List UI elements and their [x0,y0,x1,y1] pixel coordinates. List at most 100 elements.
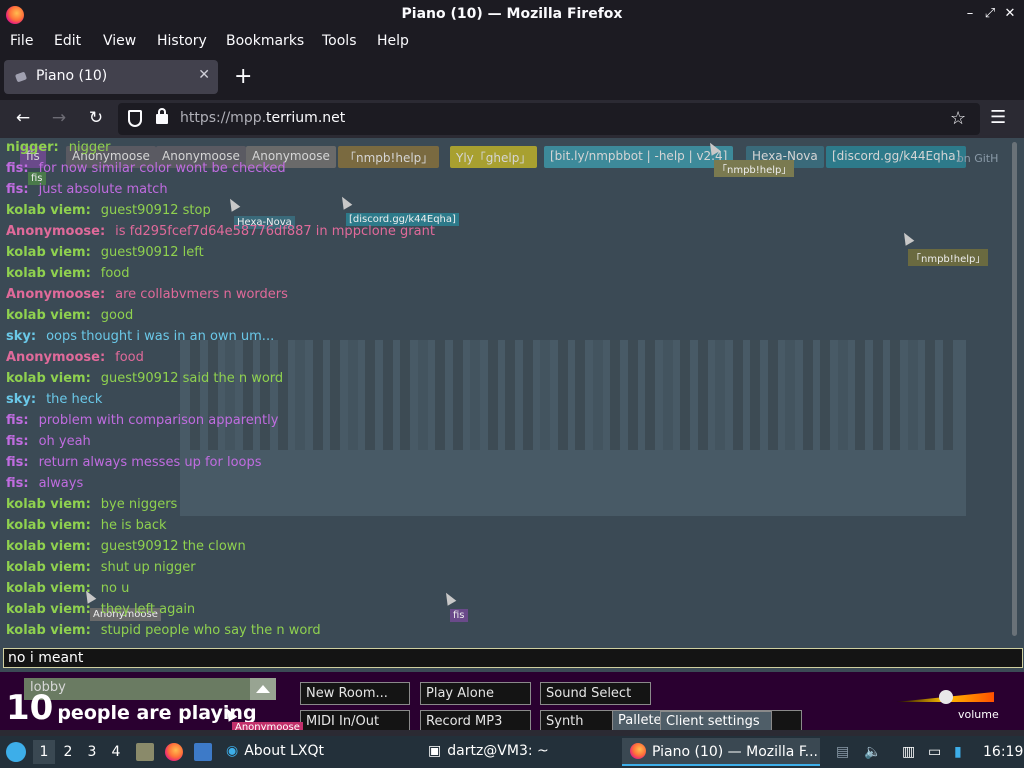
workspace-2[interactable]: 2 [57,740,79,764]
chat-nick[interactable]: kolab viem: [6,623,91,638]
piano-key[interactable] [890,340,900,450]
piano-key[interactable] [207,340,218,450]
url-bar[interactable]: https://mpp.terrium.net ☆ [118,103,980,135]
chat-nick[interactable]: kolab viem: [6,371,91,386]
piano-key[interactable] [190,340,200,450]
file-manager-icon[interactable] [136,743,154,761]
client-settings-button[interactable]: Client settings [660,711,772,730]
chat-nick[interactable]: kolab viem: [6,518,91,533]
menu-view[interactable]: View [103,33,136,49]
tab-piano[interactable]: Piano (10) ✕ [4,60,218,94]
chat-nick[interactable]: sky: [6,329,36,344]
start-menu-icon[interactable] [6,742,26,762]
piano-key[interactable] [225,340,235,450]
piano-key[interactable] [907,340,918,450]
chat-nick[interactable]: fis: [6,476,29,491]
chat-nick[interactable]: fis: [6,413,29,428]
piano-key[interactable] [260,340,270,450]
bookmark-star-icon[interactable]: ☆ [950,108,966,129]
piano-key[interactable] [330,340,340,450]
menu-help[interactable]: Help [377,33,409,49]
piano-key[interactable] [505,340,515,450]
chat-nick[interactable]: kolab viem: [6,581,91,596]
volume-icon[interactable]: 🔈 [864,744,881,760]
piano-key[interactable] [732,340,743,450]
minimize-icon[interactable]: – [962,6,978,21]
play-alone-button[interactable]: Play Alone [420,682,531,705]
piano-key[interactable] [855,340,865,450]
piano-key[interactable] [277,340,288,450]
menu-history[interactable]: History [157,33,207,49]
piano-key[interactable] [802,340,813,450]
piano-key[interactable] [452,340,463,450]
piano-key[interactable] [872,340,883,450]
chat-scrollbar[interactable] [1012,142,1017,636]
piano-key[interactable] [435,340,445,450]
piano-key[interactable] [715,340,725,450]
chat-nick[interactable]: fis: [6,161,29,176]
user-tag[interactable]: 「nmpb!help」 [338,146,440,168]
notification-icon[interactable]: ▤ [836,744,849,760]
piano-key[interactable] [365,340,375,450]
piano-key[interactable] [347,340,358,450]
chat-input[interactable]: no i meant [3,648,1023,668]
chat-nick[interactable]: kolab viem: [6,560,91,575]
update-icon[interactable]: ▮ [954,744,962,760]
firefox-launcher-icon[interactable] [165,743,183,761]
menu-file[interactable]: File [10,33,33,49]
close-icon[interactable]: ✕ [1002,6,1018,21]
menu-bookmarks[interactable]: Bookmarks [226,33,304,49]
piano-key[interactable] [627,340,638,450]
piano-key[interactable] [312,340,323,450]
piano-key[interactable] [575,340,585,450]
clipboard-icon[interactable]: ▥ [902,744,915,760]
piano-key[interactable] [767,340,778,450]
chat-nick[interactable]: kolab viem: [6,308,91,323]
piano-key[interactable] [592,340,603,450]
piano-key[interactable] [400,340,410,450]
midi-button[interactable]: MIDI In/Out [300,710,410,730]
chat-nick[interactable]: sky: [6,392,36,407]
chat-nick[interactable]: Anonymoose: [6,224,105,239]
task-about-lxqt[interactable]: ◉ About LXQt [218,738,332,766]
piano-key[interactable] [645,340,655,450]
lock-icon[interactable] [156,108,168,124]
chat-nick[interactable]: kolab viem: [6,266,91,281]
piano-key[interactable] [610,340,620,450]
piano-key[interactable] [242,340,253,450]
piano-key[interactable] [750,340,760,450]
desktop-icon[interactable] [194,743,212,761]
chat-nick[interactable]: kolab viem: [6,203,91,218]
piano-key[interactable] [470,340,480,450]
piano-key[interactable] [540,340,550,450]
volume-knob[interactable] [938,690,953,704]
monitor-icon[interactable]: ▭ [928,744,941,760]
menu-tools[interactable]: Tools [322,33,357,49]
chat-nick[interactable]: nigger: [6,140,59,155]
user-tag[interactable]: [bit.ly/nmpbbot | -help | v2.4] [544,146,734,168]
piano-key[interactable] [382,340,393,450]
piano-key[interactable] [417,340,428,450]
new-tab-icon[interactable]: + [234,64,252,89]
piano-key[interactable] [837,340,848,450]
workspace-1[interactable]: 1 [33,740,55,764]
chat-nick[interactable]: kolab viem: [6,602,91,617]
user-tag[interactable]: Yly「ghelp」 [450,146,538,168]
hamburger-menu-icon[interactable]: ☰ [990,107,1006,128]
chat-nick[interactable]: fis: [6,434,29,449]
menu-edit[interactable]: Edit [54,33,81,49]
record-mp3-button[interactable]: Record MP3 [420,710,531,730]
piano-key[interactable] [662,340,673,450]
piano-key[interactable] [680,340,690,450]
piano-key[interactable] [925,340,935,450]
chat-nick[interactable]: fis: [6,182,29,197]
new-room-button[interactable]: New Room... [300,682,410,705]
chat-nick[interactable]: Anonymoose: [6,287,105,302]
piano-key[interactable] [942,340,953,450]
chat-nick[interactable]: kolab viem: [6,497,91,512]
chat-nick[interactable]: fis: [6,455,29,470]
url-text[interactable]: https://mpp.terrium.net [180,110,345,126]
piano-key[interactable] [697,340,708,450]
chat-nick[interactable]: kolab viem: [6,245,91,260]
piano-key[interactable] [487,340,498,450]
